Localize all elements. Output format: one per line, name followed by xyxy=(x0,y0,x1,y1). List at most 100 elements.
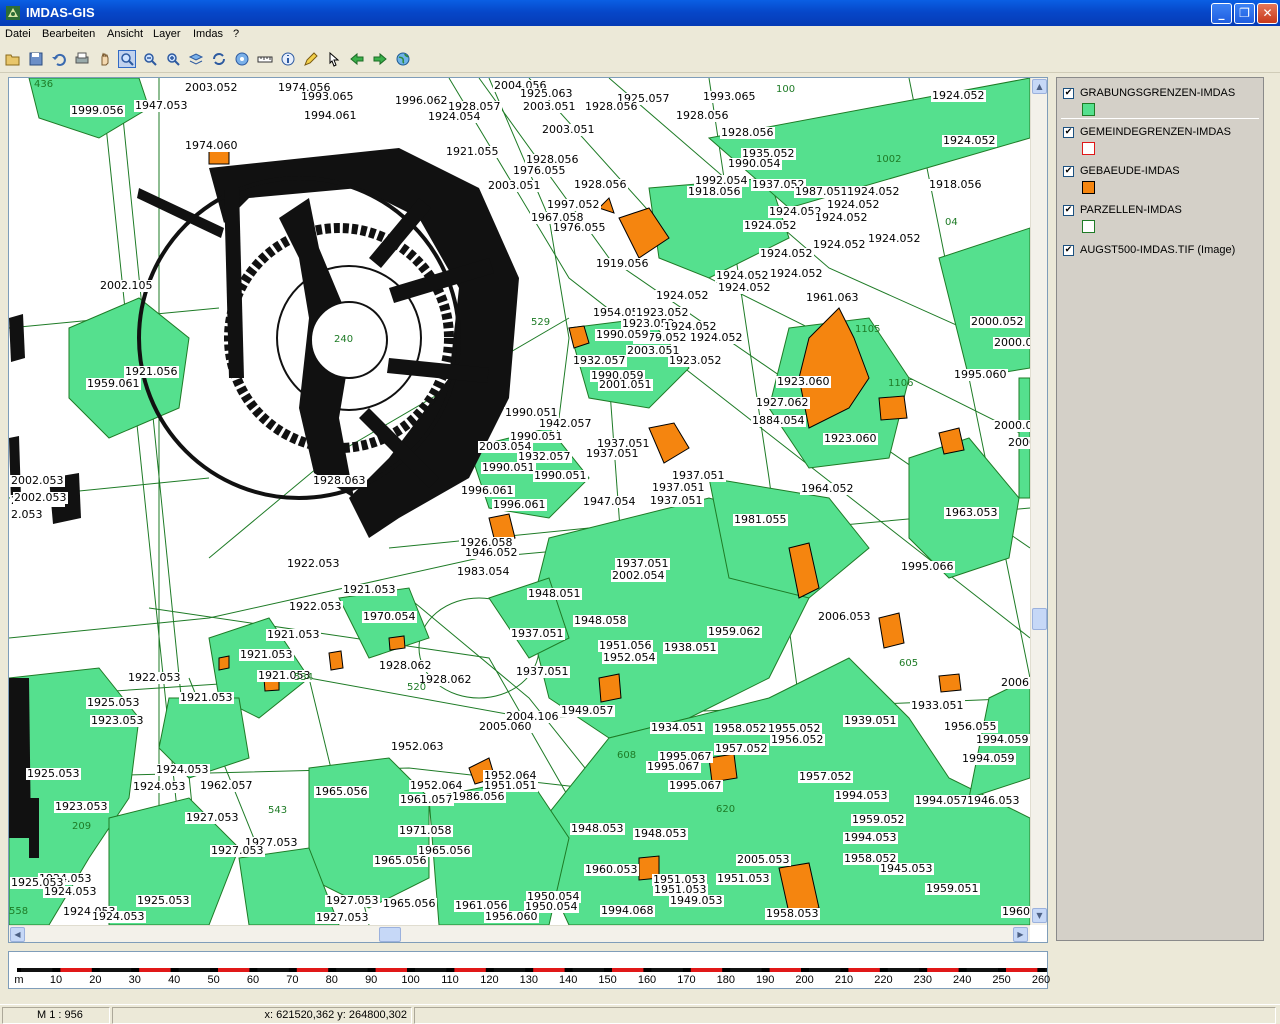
parcel-number-label: 1957.052 xyxy=(714,742,769,755)
parcel-number-label: 1965.056 xyxy=(382,897,437,910)
undo-button[interactable] xyxy=(50,50,68,68)
layer-checkbox[interactable]: ✔ xyxy=(1063,127,1074,138)
parcel-number-label: 1961.063 xyxy=(805,291,860,304)
maximize-button[interactable]: ❐ xyxy=(1234,3,1255,24)
parcel-number-label: 1994.059 xyxy=(975,733,1030,746)
scale-tick-label: 170 xyxy=(677,974,696,986)
parcel-number-label: 1923.052 xyxy=(668,354,723,367)
parcel-number-label: 1995.066 xyxy=(900,560,955,573)
pencil-button[interactable] xyxy=(302,50,320,68)
print-button[interactable] xyxy=(73,50,91,68)
layer-checkbox[interactable]: ✔ xyxy=(1063,166,1074,177)
horizontal-scroll-thumb[interactable] xyxy=(379,927,401,942)
parcel-number-label: 1924.053 xyxy=(43,885,98,898)
save-icon xyxy=(29,52,43,66)
parcel-number-label: 1924.052 xyxy=(846,185,901,198)
scroll-down-button[interactable]: ▼ xyxy=(1032,908,1047,923)
parcel-number-label: 1937.051 xyxy=(510,627,565,640)
zoom-full-button[interactable] xyxy=(233,50,251,68)
parcel-number-label: 1924.052 xyxy=(942,134,997,147)
menu-bearbeiten[interactable]: Bearbeiten xyxy=(42,28,95,40)
title-bar: IMDAS-GIS _ ❐ ✕ xyxy=(0,0,1280,26)
scale-tick-label: 140 xyxy=(559,974,578,986)
parcel-number-label: 1933.051 xyxy=(910,699,965,712)
close-button[interactable]: ✕ xyxy=(1257,3,1278,24)
parcel-number-label: 1924.052 xyxy=(689,331,744,344)
scale-tick-label: 130 xyxy=(519,974,538,986)
parcel-number-label: 1924.052 xyxy=(867,232,922,245)
layer-button[interactable] xyxy=(187,50,205,68)
pencil-icon xyxy=(304,52,318,66)
zoom-window-button[interactable] xyxy=(118,50,136,68)
parcel-number-label: 1949.053 xyxy=(669,894,724,907)
scale-tick-label: 90 xyxy=(365,974,378,986)
measure-button[interactable] xyxy=(256,50,274,68)
globe-button[interactable] xyxy=(394,50,412,68)
zoom-in-button[interactable] xyxy=(164,50,182,68)
parcel-number-label: 1952.063 xyxy=(390,740,445,753)
menu-help[interactable]: ? xyxy=(233,28,239,40)
parcel-number-label: 1921.053 xyxy=(179,691,234,704)
pan-button[interactable] xyxy=(96,50,114,68)
scale-tick-label: 120 xyxy=(480,974,499,986)
status-scale: M 1 : 956 xyxy=(2,1007,110,1024)
parcel-id-label: 529 xyxy=(531,317,551,328)
menu-layer[interactable]: Layer xyxy=(153,28,181,40)
parcel-number-label: 1951.053 xyxy=(716,872,771,885)
scroll-left-button[interactable]: ◀ xyxy=(10,927,25,942)
open-button[interactable] xyxy=(4,50,22,68)
parcel-number-label: 1948.051 xyxy=(527,587,582,600)
info-button[interactable] xyxy=(279,50,297,68)
map-canvas[interactable]: 2003.052 1974.056 2004.056 1925.057 1993.065… xyxy=(9,78,1030,925)
parcel-number-label: 1925.053 xyxy=(26,767,81,780)
scroll-up-button[interactable]: ▲ xyxy=(1032,79,1047,94)
parcel-number-label: 1994.059 xyxy=(961,752,1016,765)
parcel-number-label: 1918.056 xyxy=(687,185,742,198)
parcel-number-label: 1956.052 xyxy=(770,733,825,746)
parcel-number-label: 1927.062 xyxy=(755,396,810,409)
parcel-number-label: 1976.055 xyxy=(512,164,567,177)
save-button[interactable] xyxy=(27,50,45,68)
vertical-scroll-thumb[interactable] xyxy=(1032,608,1047,630)
layer-label: PARZELLEN-IMDAS xyxy=(1080,204,1182,216)
layer-label: GEBAEUDE-IMDAS xyxy=(1080,165,1180,177)
select-button[interactable] xyxy=(325,50,343,68)
refresh-button[interactable] xyxy=(210,50,228,68)
layer-checkbox[interactable]: ✔ xyxy=(1063,88,1074,99)
parcel-number-label: 1927.053 xyxy=(210,844,265,857)
parcel-number-label: 1997.052 xyxy=(546,198,601,211)
parcel-number-label: 1994.068 xyxy=(600,904,655,917)
menu-imdas[interactable]: Imdas xyxy=(193,28,223,40)
parcel-id-label: 436 xyxy=(34,79,54,90)
back-button[interactable] xyxy=(348,50,366,68)
scroll-right-button[interactable]: ▶ xyxy=(1013,927,1028,942)
parcel-number-label: 2.053 xyxy=(10,508,44,521)
layer-checkbox[interactable]: ✔ xyxy=(1063,205,1074,216)
arrow-right-icon: ▶ xyxy=(1017,930,1024,939)
horizontal-scrollbar[interactable]: ◀ ▶ xyxy=(9,925,1030,942)
parcel-number-label: 1924.052 xyxy=(814,211,869,224)
parcel-number-label: 1995.060 xyxy=(953,368,1008,381)
select-icon xyxy=(329,51,340,67)
parcel-number-label: 1993.065 xyxy=(702,90,757,103)
parcel-number-label: 1947.054 xyxy=(582,495,637,508)
menu-ansicht[interactable]: Ansicht xyxy=(107,28,143,40)
layer-label: AUGST500-IMDAS.TIF (Image) xyxy=(1080,244,1236,256)
layer-checkbox[interactable]: ✔ xyxy=(1063,245,1074,256)
arrow-left-icon: ◀ xyxy=(14,930,21,939)
parcel-number-label: 1963.053 xyxy=(944,506,999,519)
zoom-out-button[interactable] xyxy=(141,50,159,68)
menu-datei[interactable]: Datei xyxy=(5,28,31,40)
parcel-number-label: 1924.052 xyxy=(769,267,824,280)
minimize-button[interactable]: _ xyxy=(1211,3,1232,24)
scale-tick-label: 200 xyxy=(795,974,814,986)
vertical-scrollbar[interactable]: ▲ ▼ xyxy=(1030,78,1047,925)
scale-tick-label: 20 xyxy=(89,974,102,986)
toolbar xyxy=(0,45,1280,73)
forward-button[interactable] xyxy=(371,50,389,68)
parcel-number-label: 1965.056 xyxy=(314,785,369,798)
info-icon xyxy=(281,52,295,66)
parcel-number-label: 1928.056 xyxy=(584,100,639,113)
parcel-number-label: 1946.053 xyxy=(966,794,1021,807)
parcel-number-label: 1924.052 xyxy=(655,289,710,302)
